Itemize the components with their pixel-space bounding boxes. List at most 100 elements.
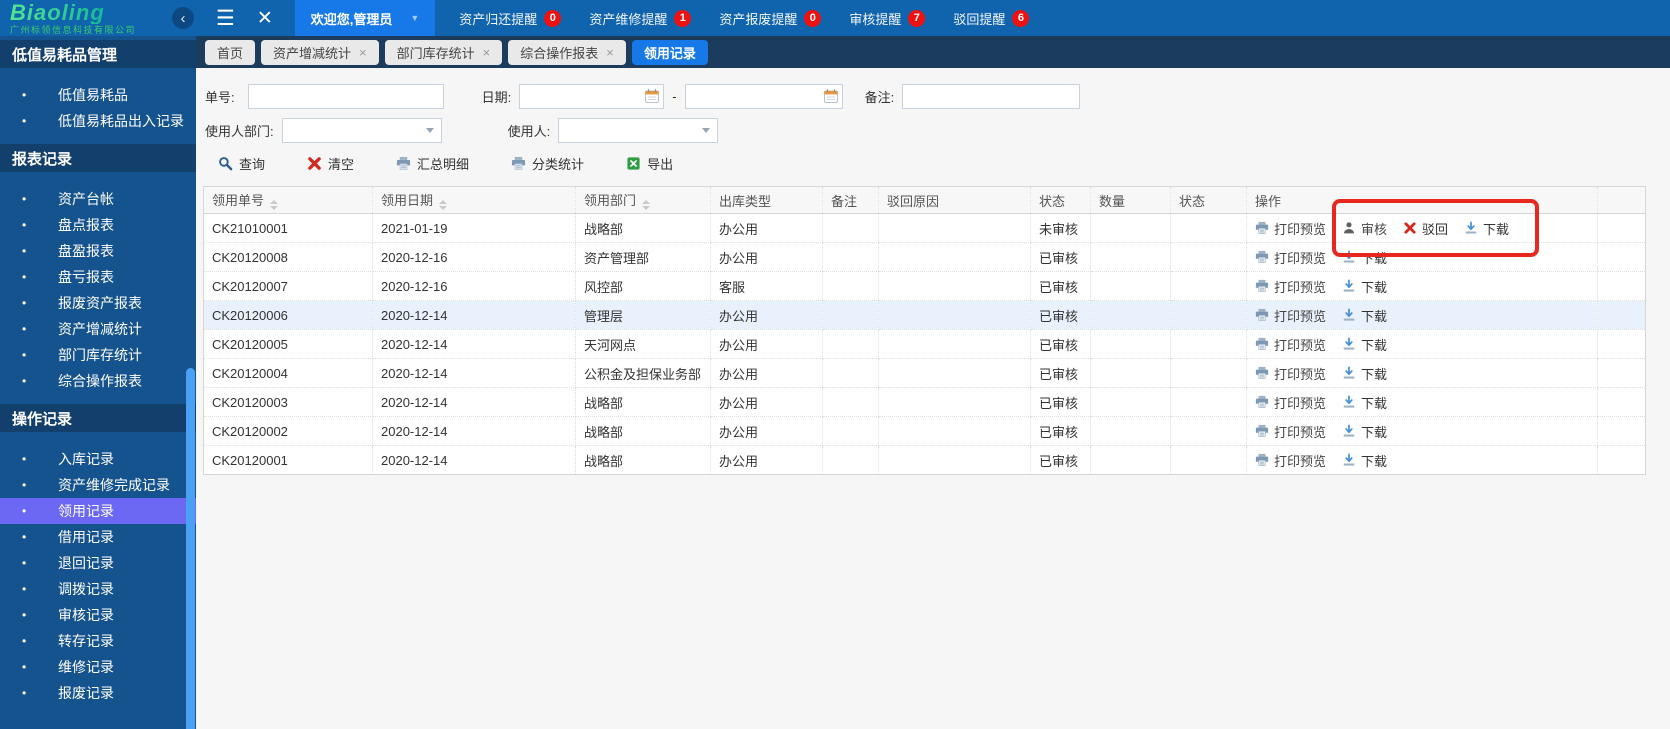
print-action-link[interactable]: 打印预览 xyxy=(1255,364,1326,383)
sidebar-item-label: 报废记录 xyxy=(58,685,114,701)
calendar-icon[interactable] xyxy=(644,88,660,104)
notification-item[interactable]: 资产维修提醒 1 xyxy=(589,9,692,28)
table-row[interactable]: CK21010001 2021-01-19 战略部 办公用 未审核 打印预览 审核 驳回 下载 xyxy=(203,213,1646,243)
sidebar-item-1-3[interactable]: • 盘亏报表 xyxy=(0,264,196,290)
sidebar-item-2-6[interactable]: • 审核记录 xyxy=(0,602,196,628)
sidebar-item-2-0[interactable]: • 入库记录 xyxy=(0,446,196,472)
sidebar-item-2-7[interactable]: • 转存记录 xyxy=(0,628,196,654)
table-row[interactable]: CK20120004 2020-12-14 公积金及担保业务部 办公用 已审核 打印预览 下… xyxy=(203,358,1646,388)
collapse-sidebar-button[interactable]: ‹ xyxy=(172,7,194,29)
notification-item[interactable]: 驳回提醒 6 xyxy=(953,9,1030,28)
cell-date: 2020-12-14 xyxy=(372,445,576,475)
sort-icon[interactable] xyxy=(439,200,448,210)
download-action-link[interactable]: 下载 xyxy=(1342,277,1387,296)
cell-remark xyxy=(822,358,879,388)
column-header: 状态 xyxy=(1030,186,1091,214)
user-select[interactable] xyxy=(558,118,719,143)
sidebar-item-active[interactable]: • 领用记录 xyxy=(0,498,196,524)
sidebar-item-1-5[interactable]: • 资产增减统计 xyxy=(0,316,196,342)
action-label: 打印预览 xyxy=(1274,424,1327,440)
order-no-input[interactable] xyxy=(247,84,444,109)
download-action-link[interactable]: 下载 xyxy=(1342,422,1387,441)
sidebar-item-2-5[interactable]: • 调拨记录 xyxy=(0,576,196,602)
cell-dept: 战略部 xyxy=(575,213,711,243)
cell-order-no: CK20120007 xyxy=(203,271,373,301)
sidebar-item-2-9[interactable]: • 报废记录 xyxy=(0,680,196,706)
sidebar-item-0-0[interactable]: • 低值易耗品 xyxy=(0,82,196,108)
printer-button[interactable]: 分类统计 xyxy=(511,154,584,173)
print-action-link[interactable]: 打印预览 xyxy=(1255,219,1326,238)
tab-1[interactable]: 资产增减统计 × xyxy=(261,39,379,65)
tab-close-icon[interactable]: × xyxy=(359,46,367,59)
column-header[interactable]: 领用部门 xyxy=(575,186,711,214)
table-row[interactable]: CK20120008 2020-12-16 资产管理部 办公用 已审核 打印预览 下载 xyxy=(203,242,1646,272)
sidebar-scrollbar[interactable] xyxy=(186,368,195,729)
table-row[interactable]: CK20120002 2020-12-14 战略部 办公用 已审核 打印预览 下载 xyxy=(203,416,1646,446)
clear-button[interactable]: 清空 xyxy=(307,154,354,173)
download-action-link[interactable]: 下载 xyxy=(1342,451,1387,470)
notification-item[interactable]: 审核提醒 7 xyxy=(849,9,926,28)
close-icon[interactable]: ✕ xyxy=(257,7,273,30)
column-header[interactable]: 领用单号 xyxy=(203,186,373,214)
download-action-link[interactable]: 下载 xyxy=(1464,219,1509,238)
table-row[interactable]: CK20120006 2020-12-14 管理层 办公用 已审核 打印预览 下载 xyxy=(203,300,1646,330)
tab-close-icon[interactable]: × xyxy=(606,46,614,59)
sidebar-item-2-8[interactable]: • 维修记录 xyxy=(0,654,196,680)
reject-action-link[interactable]: 驳回 xyxy=(1403,219,1448,238)
print-action-link[interactable]: 打印预览 xyxy=(1255,393,1326,412)
table-row[interactable]: CK20120007 2020-12-16 风控部 客服 已审核 打印预览 下载 xyxy=(203,271,1646,301)
tab-2[interactable]: 部门库存统计 × xyxy=(384,39,503,65)
download-action-link[interactable]: 下载 xyxy=(1342,306,1387,325)
action-label: 打印预览 xyxy=(1274,395,1327,411)
user-dept-select[interactable] xyxy=(281,118,442,143)
printer-button[interactable]: 汇总明细 xyxy=(396,154,469,173)
audit-action-link[interactable]: 审核 xyxy=(1342,219,1387,238)
calendar-icon[interactable] xyxy=(823,88,839,104)
sidebar-item-1-4[interactable]: • 报废资产报表 xyxy=(0,290,196,316)
bullet-icon: • xyxy=(22,452,27,466)
remark-input[interactable] xyxy=(902,84,1081,109)
notification-item[interactable]: 资产归还提醒 0 xyxy=(459,9,562,28)
sidebar-item-2-3[interactable]: • 借用记录 xyxy=(0,524,196,550)
table-row[interactable]: CK20120001 2020-12-14 战略部 办公用 已审核 打印预览 下载 xyxy=(203,445,1646,475)
print-action-link[interactable]: 打印预览 xyxy=(1255,306,1326,325)
table-row[interactable]: CK20120005 2020-12-14 天河网点 办公用 已审核 打印预览 下载 xyxy=(203,329,1646,359)
sidebar-item-2-4[interactable]: • 退回记录 xyxy=(0,550,196,576)
sidebar-item-1-6[interactable]: • 部门库存统计 xyxy=(0,342,196,368)
column-header[interactable]: 领用日期 xyxy=(372,186,576,214)
print-action-link[interactable]: 打印预览 xyxy=(1255,277,1326,296)
tab-active[interactable]: 领用记录 xyxy=(631,39,708,65)
download-action-link[interactable]: 下载 xyxy=(1342,335,1387,354)
bullet-icon: • xyxy=(22,686,27,700)
print-action-link[interactable]: 打印预览 xyxy=(1255,335,1326,354)
welcome-user-button[interactable]: 欢迎您,管理员 ▼ xyxy=(294,0,436,36)
sort-icon[interactable] xyxy=(270,200,279,210)
download-action-link[interactable]: 下载 xyxy=(1342,364,1387,383)
sort-icon[interactable] xyxy=(642,200,651,210)
hamburger-menu-icon[interactable]: ☰ xyxy=(216,6,235,31)
download-action-link[interactable]: 下载 xyxy=(1342,393,1387,412)
notification-item[interactable]: 资产报废提醒 0 xyxy=(719,9,822,28)
column-header-label: 领用单号 xyxy=(212,193,265,208)
cell-status: 已审核 xyxy=(1030,387,1091,417)
download-action-link[interactable]: 下载 xyxy=(1342,248,1387,267)
tab-close-icon[interactable]: × xyxy=(483,46,491,59)
export-button[interactable]: 导出 xyxy=(626,154,673,173)
tab-0[interactable]: 首页 xyxy=(205,39,256,65)
print-action-link[interactable]: 打印预览 xyxy=(1255,451,1326,470)
print-action-link[interactable]: 打印预览 xyxy=(1255,422,1326,441)
sidebar-item-1-1[interactable]: • 盘点报表 xyxy=(0,212,196,238)
date-from-input[interactable] xyxy=(519,84,665,109)
sidebar-item-1-0[interactable]: • 资产台帐 xyxy=(0,186,196,212)
column-header-label: 数量 xyxy=(1099,193,1126,209)
print-action-link[interactable]: 打印预览 xyxy=(1255,248,1326,267)
search-button[interactable]: 查询 xyxy=(218,154,265,173)
date-to-input[interactable] xyxy=(684,84,843,109)
tab-3[interactable]: 综合操作报表 × xyxy=(508,39,626,65)
sidebar-item-2-1[interactable]: • 资产维修完成记录 xyxy=(0,472,196,498)
sidebar-item-1-2[interactable]: • 盘盈报表 xyxy=(0,238,196,264)
table-row[interactable]: CK20120003 2020-12-14 战略部 办公用 已审核 打印预览 下载 xyxy=(203,387,1646,417)
sidebar-item-1-7[interactable]: • 综合操作报表 xyxy=(0,368,196,394)
chevron-left-icon: ‹ xyxy=(180,9,186,27)
sidebar-item-0-1[interactable]: • 低值易耗品出入记录 xyxy=(0,108,196,134)
